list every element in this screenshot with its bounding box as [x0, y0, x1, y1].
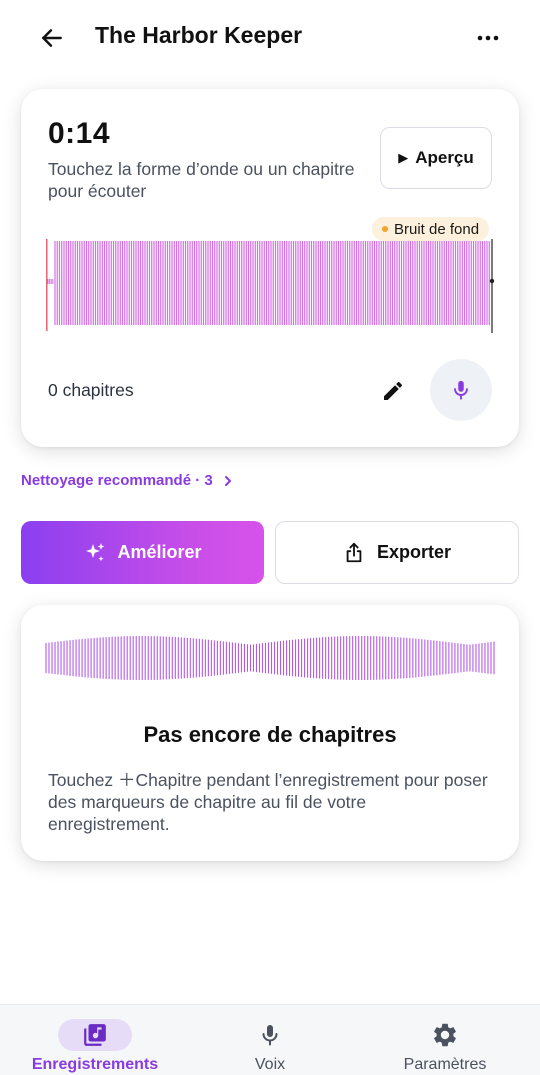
preview-button[interactable]: ▶ Aperçu — [380, 127, 492, 189]
share-icon — [346, 542, 362, 562]
export-button[interactable]: Exporter — [275, 521, 519, 584]
arrow-left-icon — [42, 29, 62, 47]
empty-state-title: Pas encore de chapitres — [143, 722, 397, 747]
chevron-right-icon — [224, 475, 231, 486]
app-header: The Harbor Keeper — [0, 0, 540, 72]
nav-label-recordings: Enregistrements — [31, 1056, 159, 1073]
nav-item-recordings[interactable]: Enregistrements — [20, 1005, 170, 1075]
nav-item-settings[interactable]: Paramètres — [385, 1005, 505, 1075]
background-noise-badge[interactable]: Bruit de fond — [372, 217, 490, 241]
cleanup-recommendation-link[interactable]: Nettoyage recommandé · 3 — [21, 472, 233, 489]
noise-badge-label: Bruit de fond — [394, 220, 480, 238]
more-horizontal-icon — [477, 35, 499, 41]
nav-label-voice: Voix — [254, 1056, 286, 1073]
nav-label-settings: Paramètres — [403, 1056, 487, 1073]
back-button[interactable] — [34, 20, 70, 56]
empty-state-text: Touchez ＋Chapitre pendant l’enregistreme… — [48, 770, 488, 834]
improve-label: Améliorer — [117, 542, 202, 562]
play-icon: ▶ — [398, 150, 409, 165]
page-title: The Harbor Keeper — [95, 22, 303, 48]
gear-icon — [431, 1019, 459, 1051]
waveform-graphic — [46, 239, 495, 333]
waveform[interactable] — [46, 239, 498, 345]
listen-hint: Touchez la forme d’onde ou un chapitre p… — [48, 159, 355, 201]
improve-button[interactable]: Améliorer — [21, 521, 264, 584]
microphone-icon — [258, 1019, 282, 1051]
preview-label: Aperçu — [415, 148, 474, 167]
player-card: 0:14 Touchez la forme d’onde ou un chapi… — [21, 89, 519, 447]
nav-item-voice[interactable]: Voix — [220, 1005, 320, 1075]
export-label: Exporter — [376, 542, 452, 562]
chapters-count: 0 chapitres — [48, 380, 134, 400]
microphone-icon — [454, 380, 468, 400]
playback-time: 0:14 — [48, 117, 111, 150]
more-options-button[interactable] — [470, 20, 506, 56]
edit-button[interactable] — [377, 375, 409, 407]
decorative-waveform — [45, 636, 495, 680]
bottom-navigation: Enregistrements Voix Paramètres — [0, 1004, 540, 1075]
pencil-icon — [384, 381, 403, 400]
cleanup-label: Nettoyage recommandé · 3 — [21, 472, 213, 489]
warning-dot-icon — [382, 226, 388, 232]
record-button[interactable] — [430, 359, 492, 421]
recordings-icon — [58, 1019, 132, 1051]
empty-chapters-card: Pas encore de chapitres Touchez ＋Chapitr… — [21, 605, 519, 861]
sparkles-icon — [86, 542, 105, 561]
